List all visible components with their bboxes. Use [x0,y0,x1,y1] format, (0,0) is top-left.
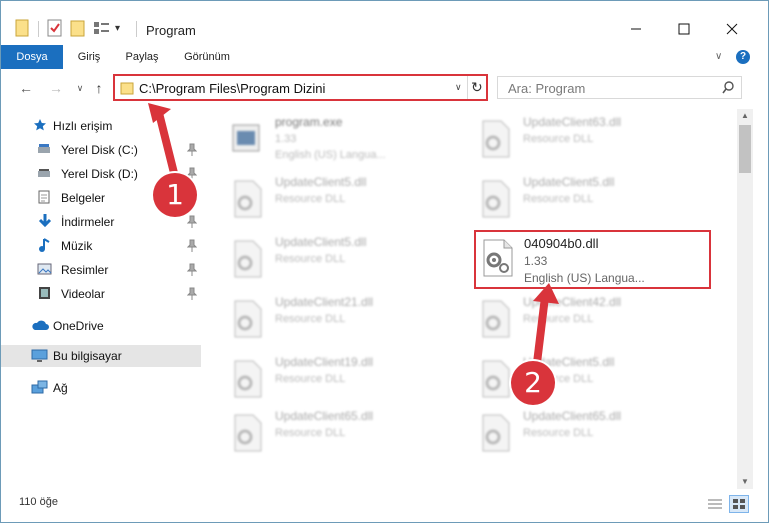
item-count: 110 öğe [19,496,58,508]
annotation-arrows [148,103,559,372]
details-view-icon[interactable] [707,498,723,513]
file-explorer-window: ▾ Program Dosya Giriş Paylaş Görünüm ∨ ?… [0,0,769,523]
status-bar: 110 öğe [1,489,768,522]
large-icons-view-icon[interactable] [729,495,749,513]
annotation-badge-1: 1 [153,173,197,217]
annotation-badge-2: 2 [511,361,555,405]
